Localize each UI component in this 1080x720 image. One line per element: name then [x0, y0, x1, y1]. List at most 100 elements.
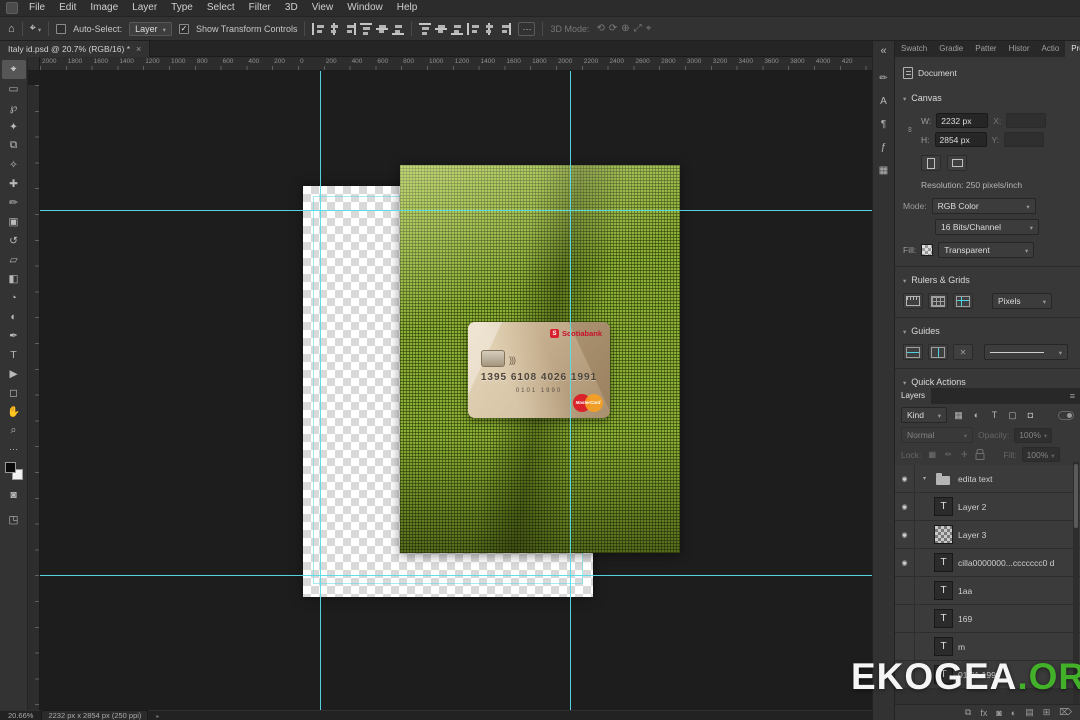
screen-mode-icon[interactable]: ◳ — [2, 510, 26, 529]
layer-row[interactable]: ◉ Layer 3 — [895, 521, 1080, 549]
layer-effects-icon[interactable]: fx — [980, 708, 987, 718]
3d-roll-icon[interactable]: ⟳ — [609, 23, 617, 34]
3d-scale-icon[interactable]: ⌖ — [646, 23, 652, 34]
character-panel-icon[interactable]: A — [880, 96, 887, 107]
lock-position-icon[interactable]: ✛ — [958, 448, 970, 462]
hand-tool[interactable]: ✋ — [2, 402, 26, 421]
brushes-panel-icon[interactable]: ✏ — [879, 73, 887, 84]
ruler-left[interactable] — [28, 85, 40, 720]
layer-visibility-toggle[interactable]: ◉ — [895, 521, 915, 548]
clone-stamp-tool[interactable]: ▣ — [2, 212, 26, 231]
link-layers-icon[interactable]: ⧉ — [965, 707, 971, 718]
document-tab[interactable]: Italy id.psd @ 20.7% (RGB/16) * × — [0, 41, 150, 57]
guide-style-select[interactable] — [984, 344, 1068, 360]
layer-name[interactable]: cilla0000000...ccccccc0 d — [958, 558, 1054, 568]
eraser-tool[interactable]: ▱ — [2, 250, 26, 269]
fill-select[interactable]: Transparent — [938, 242, 1034, 258]
distribute-bottom-icon[interactable] — [451, 23, 463, 35]
layer-name[interactable]: edita text — [958, 474, 993, 484]
more-options-icon[interactable]: ⋯ — [518, 22, 535, 36]
auto-select-target-select[interactable]: Layer — [129, 22, 172, 36]
adjustment-layer-icon[interactable]: ◐ — [1011, 708, 1016, 718]
layer-name[interactable]: 169 — [958, 614, 972, 624]
lock-transparent-icon[interactable]: ▦ — [926, 448, 938, 462]
show-transform-checkbox[interactable] — [179, 24, 189, 34]
dodge-tool[interactable]: ◐ — [2, 307, 26, 326]
path-selection-tool[interactable]: ▶ — [2, 364, 26, 383]
layer-row[interactable]: T 169 — [895, 605, 1080, 633]
menu-item[interactable]: Image — [83, 0, 125, 16]
layer-visibility-toggle[interactable]: ◉ — [895, 493, 915, 520]
3d-slide-icon[interactable]: ⤢ — [634, 23, 642, 34]
distribute-top-icon[interactable] — [419, 23, 431, 35]
layer-name[interactable]: Layer 3 — [958, 530, 986, 540]
glyphs-panel-icon[interactable]: ƒ — [881, 142, 887, 153]
status-options-icon[interactable] — [156, 711, 159, 720]
shape-layer-filter-icon[interactable]: ▢ — [1005, 408, 1020, 422]
layer-row[interactable]: T 1aa — [895, 577, 1080, 605]
lock-all-icon[interactable] — [974, 448, 986, 462]
menu-item[interactable]: Layer — [125, 0, 164, 16]
color-mode-select[interactable]: RGB Color — [932, 198, 1036, 214]
color-swatches[interactable] — [5, 462, 23, 480]
credit-card-image[interactable]: Scotiabank 1395 6108 4026 1991 0101 1990… — [468, 322, 610, 418]
layer-row[interactable]: ◉ T Layer 2 — [895, 493, 1080, 521]
quick-selection-tool[interactable]: ✦ — [2, 117, 26, 136]
fill-transparency-swatch[interactable] — [921, 244, 933, 256]
history-brush-tool[interactable]: ↺ — [2, 231, 26, 250]
blend-mode-select[interactable]: Normal — [901, 427, 973, 443]
zoom-level[interactable]: 20.66% — [8, 711, 33, 720]
more-tools-icon[interactable]: ⋯ — [9, 444, 18, 455]
layer-row[interactable]: ◉ T cilla0000000...ccccccc0 d — [895, 549, 1080, 577]
lock-pixels-icon[interactable]: ✏ — [942, 448, 954, 462]
layer-filter-select[interactable]: Kind — [901, 407, 947, 423]
link-dimensions-icon[interactable] — [905, 127, 914, 133]
layer-name[interactable]: m — [958, 642, 965, 652]
shape-tool[interactable]: ◻ — [2, 383, 26, 402]
ruler-top[interactable]: 2000180016001400120010008006004002000200… — [40, 57, 872, 71]
canvas-y-field[interactable] — [1004, 132, 1044, 147]
new-layer-icon[interactable]: ⊞ — [1043, 707, 1051, 718]
align-right-icon[interactable] — [344, 23, 356, 35]
collapse-panels-icon[interactable]: « — [880, 45, 886, 57]
guide-vertical-1[interactable] — [320, 71, 321, 710]
close-tab-icon[interactable]: × — [136, 44, 141, 54]
canvas-pasteboard[interactable]: Scotiabank 1395 6108 4026 1991 0101 1990… — [40, 71, 872, 710]
guide-horizontal-2[interactable] — [40, 575, 872, 576]
align-top-icon[interactable] — [360, 23, 372, 35]
layer-visibility-toggle[interactable]: ◉ — [895, 549, 915, 576]
layer-mask-icon[interactable]: ◙ — [996, 708, 1001, 718]
canvas-width-field[interactable]: 2232 px — [936, 113, 988, 128]
crop-tool[interactable]: ⧉ — [2, 136, 26, 155]
menu-item[interactable]: Edit — [52, 0, 83, 16]
guides-clear-icon[interactable] — [953, 344, 973, 360]
menu-item[interactable]: File — [22, 0, 52, 16]
layer-visibility-toggle[interactable] — [895, 605, 915, 632]
section-quick-actions[interactable]: Quick Actions — [895, 375, 1080, 389]
distribute-center-v-icon[interactable] — [435, 23, 447, 35]
paragraph-panel-icon[interactable]: ¶ — [881, 119, 886, 130]
3d-rotate-icon[interactable]: ⟲ — [597, 23, 605, 34]
adjustments-panel-icon[interactable]: ▦ — [879, 165, 888, 176]
guide-vertical-2[interactable] — [570, 71, 571, 710]
menu-item[interactable]: Type — [164, 0, 200, 16]
ruler-corner[interactable] — [28, 57, 40, 71]
app-icon[interactable] — [6, 2, 18, 14]
distribute-left-icon[interactable] — [467, 23, 479, 35]
align-bottom-icon[interactable] — [392, 23, 404, 35]
bit-depth-select[interactable]: 16 Bits/Channel — [935, 219, 1039, 235]
canvas-x-field[interactable] — [1006, 113, 1046, 128]
layer-filter-toggle[interactable] — [1058, 411, 1074, 420]
panel-tab[interactable]: Actio — [1035, 41, 1065, 57]
canvas-height-field[interactable]: 2854 px — [935, 132, 987, 147]
opacity-field[interactable]: 100% — [1014, 428, 1052, 443]
grid-units-select[interactable]: Pixels — [992, 293, 1052, 309]
layer-visibility-toggle[interactable]: ◉ — [895, 465, 915, 492]
type-tool[interactable]: T — [2, 345, 26, 364]
adjustment-layer-filter-icon[interactable]: ◐ — [969, 408, 984, 422]
panel-tab[interactable]: Patter — [969, 41, 1002, 57]
ruler-icon[interactable] — [903, 293, 923, 309]
current-tool-icon[interactable] — [30, 22, 41, 35]
menu-item[interactable]: Help — [390, 0, 425, 16]
brush-tool[interactable]: ✏ — [2, 193, 26, 212]
